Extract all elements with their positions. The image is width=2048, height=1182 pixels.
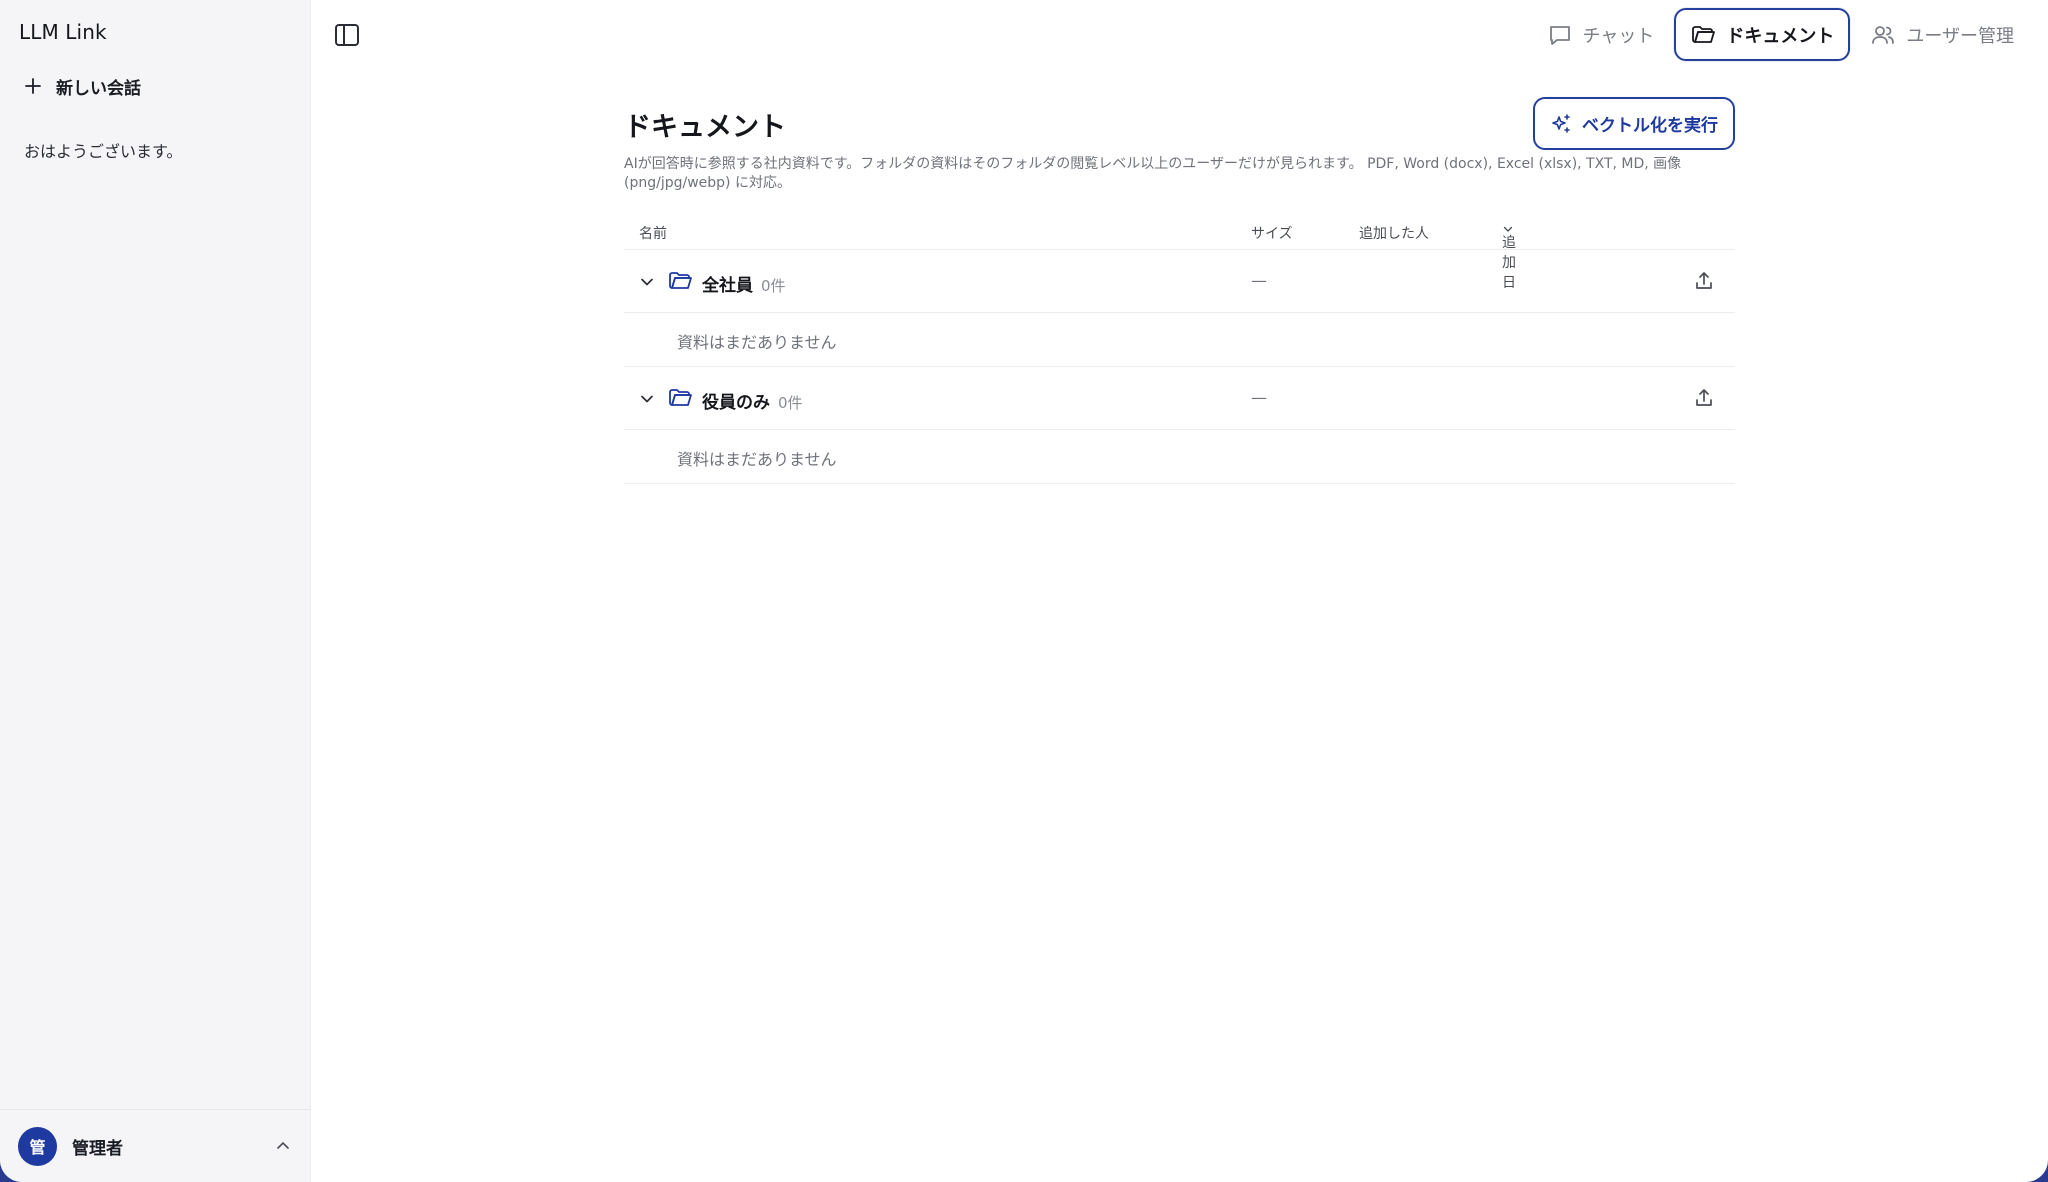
folder-size: — [1251, 271, 1267, 290]
user-menu[interactable]: 管 管理者 [0, 1109, 311, 1182]
nav-user-management-label: ユーザー管理 [1906, 25, 2014, 47]
nav-chat[interactable]: チャット [1533, 8, 1669, 61]
page-description: AIが回答時に参照する社内資料です。フォルダの資料はそのフォルダの閲覧レベル以上… [624, 156, 1682, 191]
folder-row[interactable]: 役員のみ 0件 — [624, 367, 1735, 430]
vectorize-button-label: ベクトル化を実行 [1582, 116, 1718, 136]
vectorize-button[interactable]: ベクトル化を実行 [1533, 97, 1735, 150]
column-added-date-sort[interactable]: 追加日 [1502, 223, 1516, 291]
nav-documents[interactable]: ドキュメント [1674, 8, 1851, 61]
page-title: ドキュメント [624, 112, 786, 143]
folder-name-text: 全社員 [702, 276, 753, 296]
chevron-down-icon[interactable] [638, 390, 656, 408]
sparkles-icon [1552, 113, 1570, 133]
folder-name: 全社員 0件 [702, 271, 786, 296]
new-chat-label: 新しい会話 [56, 78, 141, 99]
folder-name: 役員のみ 0件 [702, 388, 803, 413]
documents-table: 名前 サイズ 追加した人 追加日 全社員 0件 — 資料はまだありません 役員の… [624, 214, 1735, 484]
folder-row[interactable]: 全社員 0件 — [624, 250, 1735, 313]
chevron-up-icon[interactable] [275, 1138, 291, 1154]
top-nav: チャット ドキュメント ユーザー管理 [1533, 8, 2028, 61]
new-chat-button[interactable]: 新しい会話 [24, 70, 141, 102]
app-window: LLM Link 新しい会話 おはようございます。 管 管理者 チャット ドキュ… [0, 0, 2048, 1182]
folder-open-icon [669, 389, 692, 406]
sidebar-toggle-icon[interactable] [333, 22, 361, 48]
folder-size: — [1251, 388, 1267, 407]
empty-folder-text: 資料はまだありません [677, 333, 837, 352]
app-title: LLM Link [19, 20, 107, 44]
plus-icon [25, 78, 41, 94]
empty-folder-text: 資料はまだありません [677, 450, 837, 469]
greeting-text: おはようございます。 [24, 142, 183, 161]
table-header: 名前 サイズ 追加した人 追加日 [624, 214, 1735, 291]
empty-folder-row: 資料はまだありません [624, 313, 1735, 367]
nav-user-management[interactable]: ユーザー管理 [1856, 8, 2028, 61]
upload-icon[interactable] [1693, 387, 1715, 409]
upload-icon[interactable] [1693, 270, 1715, 292]
column-added-by: 追加した人 [1359, 226, 1429, 242]
column-size: サイズ [1251, 226, 1293, 242]
folder-count: 0件 [778, 394, 803, 412]
folder-open-icon [1692, 25, 1716, 43]
users-icon [1872, 25, 1895, 44]
folder-name-text: 役員のみ [702, 393, 770, 413]
nav-documents-label: ドキュメント [1726, 25, 1835, 47]
chat-bubble-icon [1549, 25, 1570, 45]
nav-chat-label: チャット [1582, 25, 1655, 47]
chevron-down-icon[interactable] [638, 273, 656, 291]
column-name: 名前 [639, 226, 667, 242]
avatar: 管 [18, 1126, 57, 1166]
empty-folder-row: 資料はまだありません [624, 430, 1735, 484]
folder-count: 0件 [761, 277, 786, 295]
folder-open-icon [669, 272, 692, 289]
sidebar: LLM Link 新しい会話 おはようございます。 管 管理者 [0, 0, 311, 1182]
user-name: 管理者 [72, 1138, 123, 1159]
